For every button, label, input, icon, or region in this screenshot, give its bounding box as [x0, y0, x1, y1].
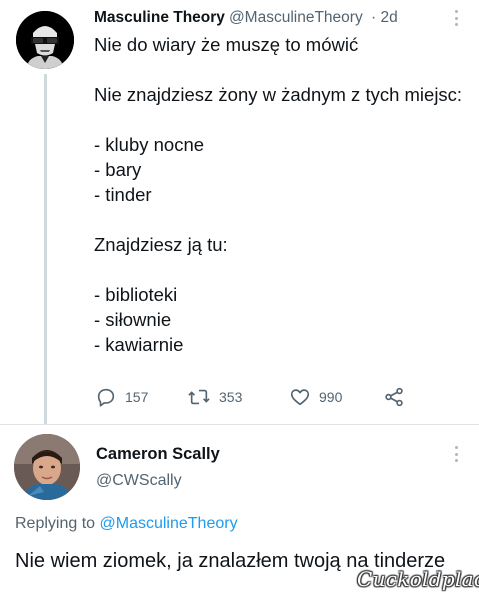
- reply-button[interactable]: 157: [95, 385, 148, 409]
- retweet-button[interactable]: 353: [187, 385, 242, 409]
- tweet-header: Masculine Theory @MasculineTheory · 2d: [94, 9, 454, 27]
- tweet: Masculine Theory @MasculineTheory · 2d Ni…: [0, 0, 479, 425]
- tweet-line: Znajdziesz ją tu:: [94, 234, 228, 255]
- like-count: 990: [319, 389, 343, 405]
- avatar-image: [16, 11, 74, 69]
- replying-prefix: Replying to: [15, 515, 96, 532]
- replying-handle-link[interactable]: @MasculineTheory: [100, 515, 238, 532]
- more-vertical-icon[interactable]: [452, 10, 460, 26]
- author-name[interactable]: Cameron Scally: [96, 445, 220, 464]
- tweet-line: Nie do wiary że muszę to mówić: [94, 34, 359, 55]
- tweet-text: Nie do wiary że muszę to mówić Nie znajd…: [94, 32, 464, 357]
- tweet-line: - siłownie: [94, 309, 172, 330]
- tweet-line: - kawiarnie: [94, 334, 184, 355]
- tweet-line: - tinder: [94, 184, 152, 205]
- author-handle[interactable]: @MasculineTheory: [229, 9, 363, 26]
- tweet-line: Nie znajdziesz żony w żadnym z tych miej…: [94, 84, 463, 105]
- tweet-line: - biblioteki: [94, 284, 178, 305]
- thread-line: [44, 74, 47, 424]
- replying-to: Replying to @MasculineTheory: [15, 515, 238, 533]
- avatar[interactable]: [16, 11, 74, 69]
- tweet-actions: 157 353 990: [95, 385, 425, 411]
- comment-icon: [97, 388, 115, 407]
- tweet-line: - bary: [94, 159, 142, 180]
- tweet-time[interactable]: · 2d: [371, 9, 398, 26]
- author-handle[interactable]: @CWScally: [96, 472, 182, 490]
- avatar-image: [14, 434, 80, 500]
- retweet-icon: [188, 389, 210, 405]
- avatar[interactable]: [14, 434, 80, 500]
- author-name[interactable]: Masculine Theory: [94, 9, 225, 26]
- watermark: Cuckoldplace: [357, 567, 479, 591]
- share-icon: [385, 387, 403, 407]
- share-button[interactable]: [383, 385, 405, 409]
- retweet-count: 353: [219, 389, 243, 405]
- reply-count: 157: [125, 389, 149, 405]
- heart-icon: [290, 389, 310, 406]
- like-button[interactable]: 990: [289, 385, 342, 409]
- more-vertical-icon[interactable]: [452, 446, 460, 462]
- tweet-line: - kluby nocne: [94, 134, 205, 155]
- divider: [0, 424, 479, 425]
